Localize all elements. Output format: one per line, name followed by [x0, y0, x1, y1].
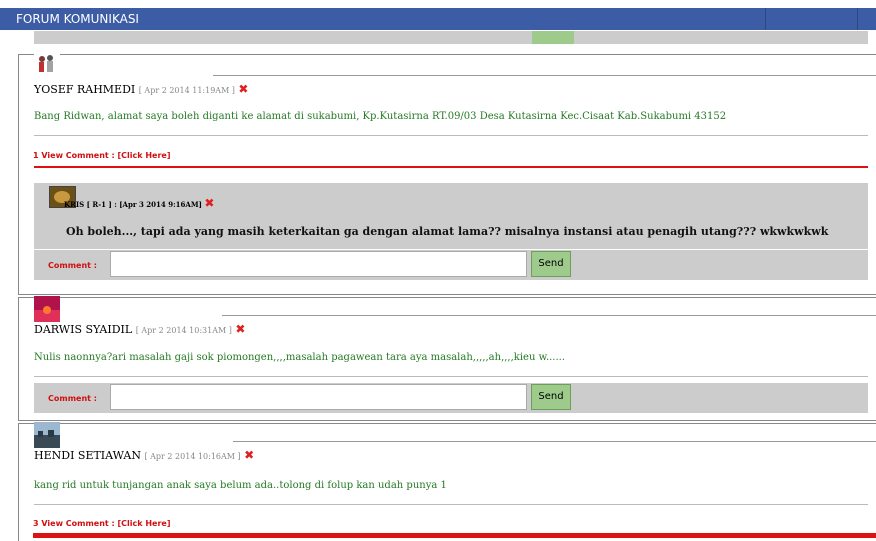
header-divider — [857, 8, 858, 30]
forum-post: YOSEF RAHMEDI [ Apr 2 2014 11:19AM ] ✖ B… — [18, 51, 876, 295]
post-timestamp: [ Apr 2 2014 10:31AM ] — [135, 326, 232, 335]
comment-input[interactable] — [110, 384, 527, 410]
reply-author: KRIS [ R-1 ] : [Apr 3 2014 9:16AM] — [64, 200, 202, 209]
post-message: kang rid untuk tunjangan anak saya belum… — [34, 480, 447, 491]
avatar — [34, 296, 60, 322]
send-button-partial[interactable] — [532, 31, 574, 44]
divider — [34, 135, 868, 136]
meta-rule — [222, 315, 876, 316]
post-author-line: YOSEF RAHMEDI [ Apr 2 2014 11:19AM ] ✖ — [34, 82, 248, 96]
header-divider — [765, 8, 766, 30]
post-author-line: HENDI SETIAWAN [ Apr 2 2014 10:16AM ] ✖ — [34, 448, 254, 462]
post-message: Bang Ridwan, alamat saya boleh diganti k… — [34, 111, 727, 122]
reply-text: Oh boleh..., tapi ada yang masih keterka… — [66, 225, 829, 238]
post-message: Nulis naonnya?ari masalah gaji sok piomo… — [34, 352, 566, 363]
post-author: YOSEF RAHMEDI — [34, 83, 136, 96]
delete-icon[interactable]: ✖ — [238, 82, 248, 96]
reply-box: KRIS [ R-1 ] : [Apr 3 2014 9:16AM] ✖ Oh … — [34, 183, 868, 250]
comment-input[interactable] — [110, 251, 527, 277]
forum-post: HENDI SETIAWAN [ Apr 2 2014 10:16AM ] ✖ … — [18, 422, 876, 541]
forum-title: FORUM KOMUNIKASI — [16, 12, 139, 26]
comment-divider — [34, 166, 868, 168]
send-button[interactable]: Send — [531, 251, 571, 277]
post-timestamp: [ Apr 2 2014 11:19AM ] — [138, 86, 235, 95]
send-button[interactable]: Send — [531, 384, 571, 410]
meta-rule — [213, 75, 876, 76]
avatar — [34, 51, 60, 77]
view-comment-link[interactable]: 3 View Comment : [Click Here] — [33, 519, 171, 528]
delete-icon[interactable]: ✖ — [244, 448, 254, 462]
avatar — [34, 422, 60, 448]
comment-form: Comment : Send — [34, 383, 868, 413]
forum-post: DARWIS SYAIDIL [ Apr 2 2014 10:31AM ] ✖ … — [18, 296, 876, 421]
delete-icon[interactable]: ✖ — [235, 322, 245, 336]
forum-header: FORUM KOMUNIKASI — [0, 8, 876, 30]
comment-label: Comment : — [48, 261, 97, 270]
post-author: DARWIS SYAIDIL — [34, 323, 133, 336]
delete-icon[interactable]: ✖ — [204, 196, 214, 210]
divider — [34, 376, 868, 377]
post-author-line: DARWIS SYAIDIL [ Apr 2 2014 10:31AM ] ✖ — [34, 322, 245, 336]
post-author: HENDI SETIAWAN — [34, 449, 141, 462]
view-comment-link[interactable]: 1 View Comment : [Click Here] — [33, 151, 171, 160]
comment-form: Comment : Send — [34, 250, 868, 280]
comment-label: Comment : — [48, 394, 97, 403]
meta-rule — [233, 441, 876, 442]
post-timestamp: [ Apr 2 2014 10:16AM ] — [144, 452, 241, 461]
divider — [34, 504, 868, 505]
previous-comment-bar — [34, 31, 868, 44]
comment-divider — [33, 533, 876, 538]
reply-header: KRIS [ R-1 ] : [Apr 3 2014 9:16AM] ✖ — [64, 196, 214, 210]
